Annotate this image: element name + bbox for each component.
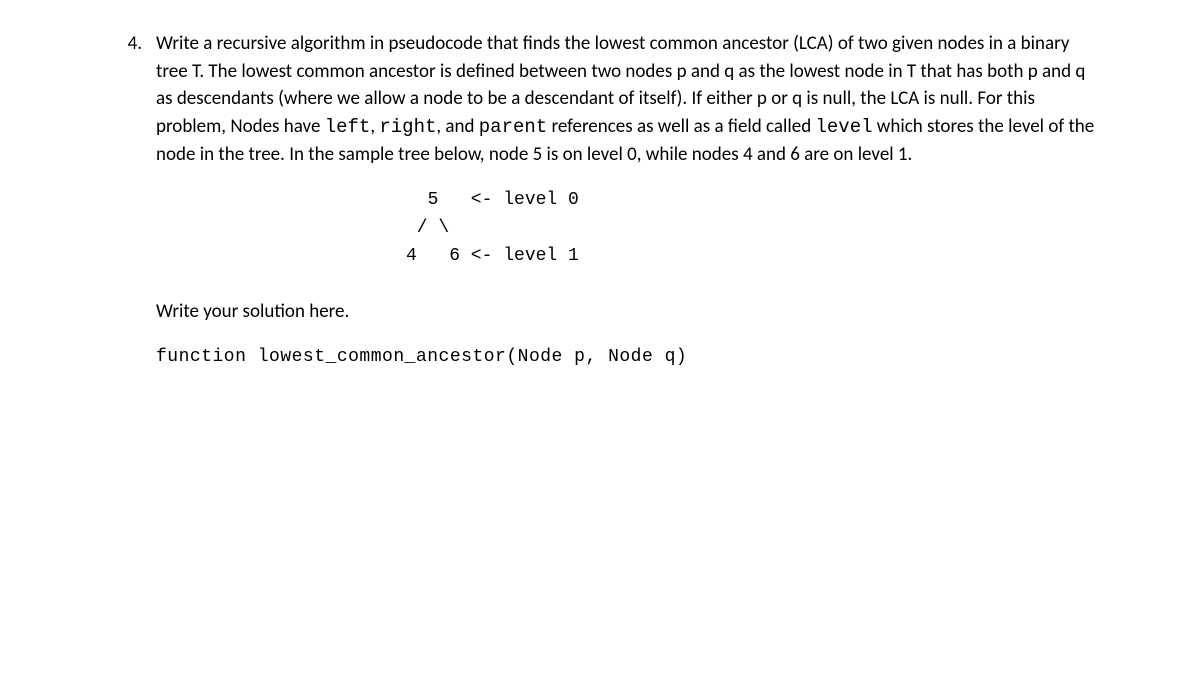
question-body: Write a recursive algorithm in pseudocod… [156, 30, 1100, 370]
question-number: 4. [120, 30, 142, 370]
tree-diagram: 5 <- level 0 / \ 4 6 <- level 1 [406, 187, 1100, 271]
code-left: left [325, 116, 371, 138]
question-block: 4. Write a recursive algorithm in pseudo… [120, 30, 1100, 370]
function-signature: function lowest_common_ancestor(Node p, … [156, 344, 1100, 370]
solution-prompt: Write your solution here. [156, 298, 1100, 326]
text-segment: , [370, 115, 379, 138]
code-right: right [379, 116, 436, 138]
code-parent: parent [479, 116, 547, 138]
text-segment: , and [436, 115, 478, 138]
question-text: Write a recursive algorithm in pseudocod… [156, 30, 1100, 169]
text-segment: references as well as a field called [547, 115, 815, 138]
code-level: level [815, 116, 872, 138]
